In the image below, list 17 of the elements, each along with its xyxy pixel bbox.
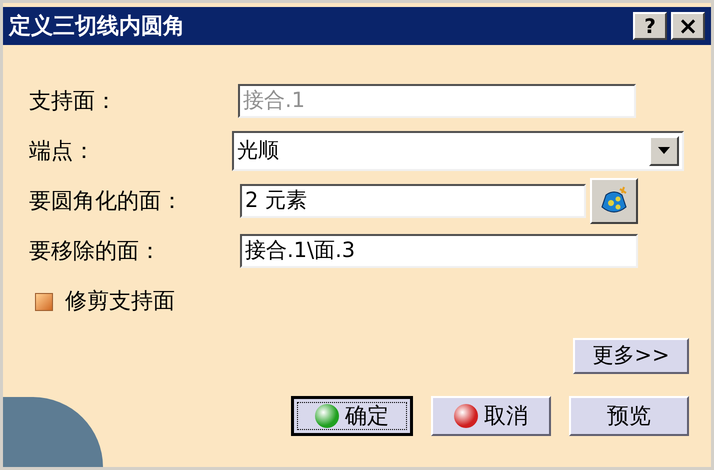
field-label: 要移除的面： [29, 238, 162, 266]
field-label: 要圆角化的面： [29, 188, 184, 216]
cancel-button[interactable]: 取消 [431, 396, 551, 436]
field-label: 支持面： [29, 88, 118, 116]
preview-button[interactable]: 预览 [569, 396, 689, 436]
more-button[interactable]: 更多>> [573, 338, 689, 374]
input-field[interactable]: 接合.1\面.3 [240, 234, 638, 268]
selection-button[interactable] [590, 178, 638, 224]
ok-button[interactable]: 确定 [291, 396, 413, 436]
checkbox-label: 修剪支持面 [65, 288, 175, 316]
checkbox[interactable] [35, 292, 53, 310]
close-button[interactable]: × [671, 12, 705, 40]
window-title: 定义三切线内圆角 [9, 12, 186, 40]
help-button[interactable]: ? [633, 12, 667, 40]
input-field[interactable]: 2 元素 [240, 184, 586, 218]
field-label: 端点： [29, 138, 96, 166]
dropdown[interactable]: 光顺 [232, 131, 684, 171]
